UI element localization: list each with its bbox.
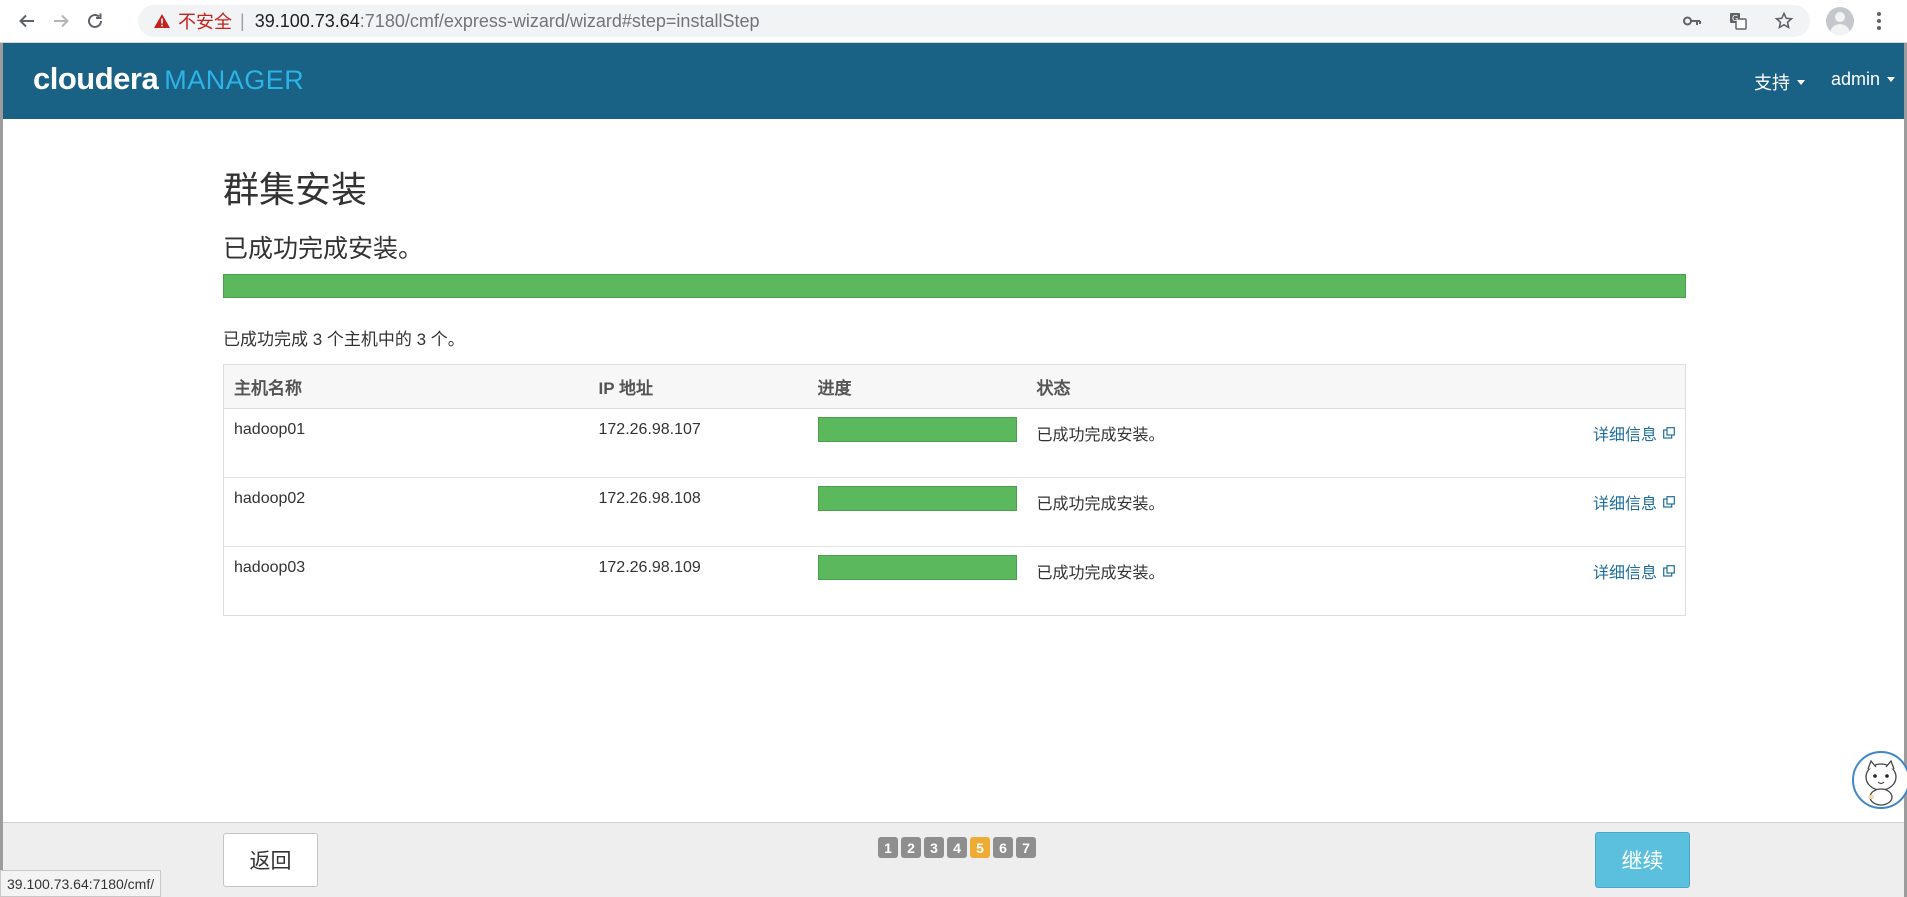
wizard-step: 7 bbox=[1016, 837, 1036, 858]
svg-text:G: G bbox=[1732, 14, 1738, 23]
url-separator: | bbox=[240, 10, 245, 31]
user-label: admin bbox=[1831, 69, 1881, 89]
support-menu[interactable]: 支持 bbox=[1754, 69, 1805, 95]
table-row: hadoop02 172.26.98.108 已成功完成安装。 详细信息 bbox=[223, 477, 1686, 547]
address-bar[interactable]: 不安全 | 39.100.73.64 :7180/cmf/express-wiz… bbox=[138, 5, 1810, 37]
host-ip: 172.26.98.107 bbox=[588, 408, 808, 478]
status-bar-url: 39.100.73.64:7180/cmf/ bbox=[0, 870, 162, 897]
details-link[interactable]: 详细信息 bbox=[1576, 421, 1676, 445]
external-link-icon bbox=[1663, 496, 1675, 508]
host-status: 已成功完成安装。 bbox=[1026, 408, 1566, 478]
support-label: 支持 bbox=[1754, 73, 1790, 93]
star-icon[interactable] bbox=[1772, 9, 1796, 33]
url-path: :7180/cmf/express-wizard/wizard#step=ins… bbox=[359, 10, 760, 31]
column-header-progress: 进度 bbox=[807, 364, 1027, 409]
translate-icon[interactable]: G bbox=[1726, 9, 1750, 33]
host-progress-bar bbox=[817, 486, 1017, 511]
app-header: cloudera MANAGER 支持 admin bbox=[3, 43, 1904, 119]
column-header-ip: IP 地址 bbox=[588, 364, 808, 409]
detail-cell: 详细信息 bbox=[1565, 408, 1686, 478]
details-label: 详细信息 bbox=[1592, 427, 1657, 444]
wizard-step: 1 bbox=[878, 837, 898, 858]
host-name: hadoop03 bbox=[234, 559, 306, 576]
external-link-icon bbox=[1663, 427, 1675, 439]
forward-arrow-icon[interactable] bbox=[46, 6, 76, 36]
hosts-table: 主机名称 IP 地址 进度 状态 hadoop01 172.26.98.107 … bbox=[223, 364, 1686, 616]
user-menu[interactable]: admin bbox=[1831, 69, 1896, 90]
install-status-message: 已成功完成安装。 bbox=[223, 235, 424, 263]
warning-icon bbox=[154, 14, 170, 28]
wizard-footer: 返回 1234567 继续 bbox=[3, 822, 1904, 897]
host-name: hadoop02 bbox=[223, 477, 589, 547]
wizard-step: 5 bbox=[970, 837, 990, 858]
details-label: 详细信息 bbox=[1592, 496, 1657, 513]
insecure-label[interactable]: 不安全 bbox=[178, 8, 232, 34]
details-link[interactable]: 详细信息 bbox=[1576, 559, 1676, 583]
details-label: 详细信息 bbox=[1592, 565, 1657, 582]
wizard-step: 2 bbox=[901, 837, 921, 858]
browser-menu-icon[interactable] bbox=[1874, 9, 1884, 33]
host-status: 已成功完成安装。 bbox=[1036, 565, 1165, 582]
page-title: 群集安装 bbox=[223, 169, 368, 210]
host-name: hadoop01 bbox=[223, 408, 589, 478]
wizard-step: 6 bbox=[993, 837, 1013, 858]
brand-name: cloudera bbox=[33, 61, 159, 96]
url-host: 39.100.73.64 bbox=[254, 10, 360, 31]
details-link[interactable]: 详细信息 bbox=[1576, 490, 1676, 514]
caret-down-icon bbox=[1797, 79, 1805, 85]
detail-cell: 详细信息 bbox=[1566, 547, 1686, 616]
browser-toolbar: 不安全 | 39.100.73.64 :7180/cmf/express-wiz… bbox=[0, 0, 1907, 43]
table-row: hadoop03 172.26.98.109 已成功完成安装。 详细信息 bbox=[224, 547, 1686, 616]
wizard-step-indicator: 1234567 bbox=[878, 837, 1036, 858]
host-progress-cell bbox=[808, 547, 1027, 616]
host-progress-bar bbox=[817, 417, 1017, 442]
detail-cell: 详细信息 bbox=[1565, 477, 1686, 547]
column-header-detail bbox=[1565, 364, 1686, 409]
wizard-step: 3 bbox=[924, 837, 944, 858]
install-summary: 已成功完成 3 个主机中的 3 个。 bbox=[223, 330, 465, 349]
host-ip: 172.26.98.108 bbox=[588, 477, 808, 547]
cloudera-manager-logo[interactable]: cloudera MANAGER bbox=[33, 61, 304, 97]
product-name: MANAGER bbox=[164, 65, 305, 95]
table-row: hadoop01 172.26.98.107 已成功完成安装。 详细信息 bbox=[223, 408, 1686, 478]
caret-down-icon bbox=[1887, 77, 1896, 82]
reload-icon[interactable] bbox=[80, 6, 110, 36]
column-header-hostname: 主机名称 bbox=[223, 364, 589, 409]
host-status: 已成功完成安装。 bbox=[1026, 477, 1566, 547]
host-ip: 172.26.98.109 bbox=[598, 559, 701, 576]
cat-mascot-icon bbox=[1865, 759, 1897, 806]
profile-avatar-icon[interactable] bbox=[1826, 7, 1854, 35]
host-progress-cell bbox=[807, 477, 1027, 547]
table-header-row: 主机名称 IP 地址 进度 状态 bbox=[223, 364, 1686, 409]
column-header-status: 状态 bbox=[1026, 364, 1566, 409]
key-icon[interactable] bbox=[1680, 9, 1704, 33]
host-progress-cell bbox=[807, 408, 1027, 478]
continue-button[interactable]: 继续 bbox=[1595, 832, 1690, 888]
mascot-widget[interactable] bbox=[1852, 751, 1907, 809]
host-progress-bar bbox=[817, 555, 1017, 580]
external-link-icon bbox=[1663, 565, 1675, 577]
overall-progress-bar bbox=[223, 274, 1686, 298]
back-arrow-icon[interactable] bbox=[12, 6, 42, 36]
back-button[interactable]: 返回 bbox=[223, 833, 318, 887]
wizard-step: 4 bbox=[947, 837, 967, 858]
